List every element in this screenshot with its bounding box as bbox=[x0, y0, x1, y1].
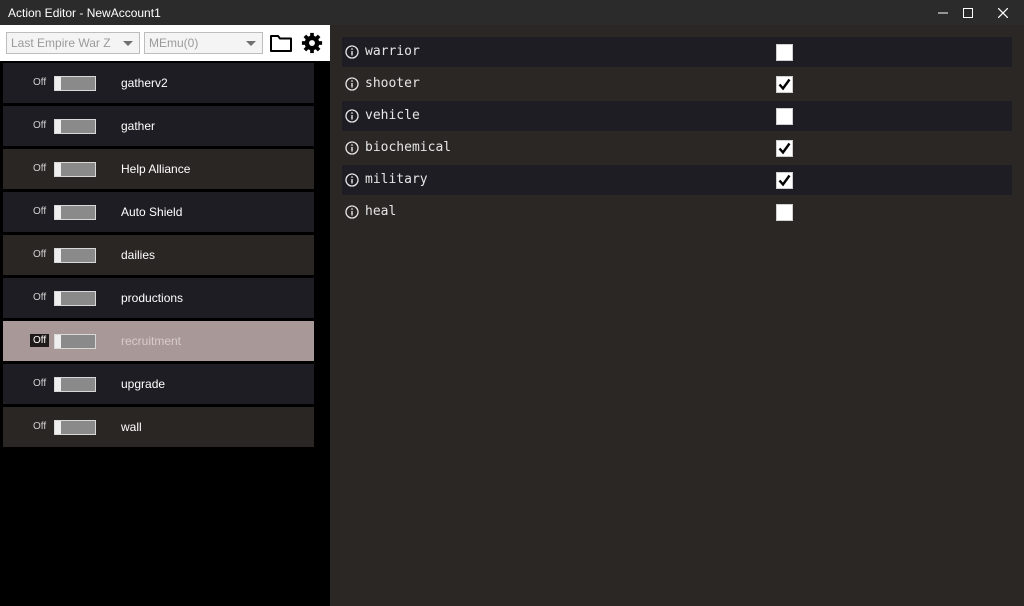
action-row-help-alliance[interactable]: Off Help Alliance bbox=[3, 149, 314, 189]
close-button[interactable] bbox=[980, 0, 1024, 25]
toggle-state-label: Off bbox=[33, 77, 47, 88]
emulator-select-value: MEmu(0) bbox=[149, 36, 199, 50]
action-label: wall bbox=[121, 420, 142, 434]
enable-toggle[interactable] bbox=[54, 334, 96, 349]
checkmark-icon bbox=[778, 78, 791, 91]
title-bar: Action Editor - NewAccount1 bbox=[0, 0, 1024, 25]
action-label: Help Alliance bbox=[121, 162, 191, 176]
settings-button[interactable] bbox=[300, 32, 324, 54]
property-label: shooter bbox=[365, 76, 420, 91]
property-row-biochemical: biochemical bbox=[342, 133, 1012, 163]
info-icon[interactable] bbox=[345, 173, 359, 187]
info-icon[interactable] bbox=[345, 141, 359, 155]
property-checkbox[interactable] bbox=[776, 172, 793, 189]
game-select[interactable]: Last Empire War Z bbox=[6, 32, 140, 54]
action-row-wall[interactable]: Off wall bbox=[3, 407, 314, 447]
toggle-knob bbox=[55, 249, 61, 262]
toggle-state-label: Off bbox=[33, 163, 47, 174]
action-label: Auto Shield bbox=[121, 205, 183, 219]
property-label: heal bbox=[365, 204, 397, 219]
property-label: warrior bbox=[365, 44, 420, 59]
enable-toggle[interactable] bbox=[54, 291, 96, 306]
enable-toggle[interactable] bbox=[54, 162, 96, 177]
action-list: Off gatherv2 Off gather Off Help Allianc… bbox=[3, 63, 314, 450]
property-row-heal: heal bbox=[342, 197, 1012, 227]
action-row-gatherv2[interactable]: Off gatherv2 bbox=[3, 63, 314, 103]
action-label: upgrade bbox=[121, 377, 166, 391]
action-label: gatherv2 bbox=[121, 76, 168, 90]
window-title: Action Editor - NewAccount1 bbox=[8, 6, 161, 20]
toggle-state-label: Off bbox=[33, 120, 47, 131]
action-row-recruitment[interactable]: Off recruitment bbox=[3, 321, 314, 361]
enable-toggle[interactable] bbox=[54, 248, 96, 263]
info-icon[interactable] bbox=[345, 77, 359, 91]
chevron-down-icon bbox=[246, 41, 256, 46]
toggle-knob bbox=[55, 421, 61, 434]
properties-pane: warrior shooter vehicle biochemical mili… bbox=[330, 25, 1024, 606]
toggle-state-label: Off bbox=[30, 334, 50, 347]
toolbar: Last Empire War Z MEmu(0) bbox=[0, 25, 330, 61]
checkmark-icon bbox=[778, 142, 791, 155]
info-icon[interactable] bbox=[345, 45, 359, 59]
property-checkbox[interactable] bbox=[776, 44, 793, 61]
emulator-select[interactable]: MEmu(0) bbox=[144, 32, 263, 54]
open-folder-button[interactable] bbox=[269, 32, 293, 54]
gear-icon bbox=[301, 32, 323, 54]
property-checkbox[interactable] bbox=[776, 204, 793, 221]
property-checkbox[interactable] bbox=[776, 76, 793, 93]
toggle-state-label: Off bbox=[33, 206, 47, 217]
toggle-knob bbox=[55, 206, 61, 219]
action-label: productions bbox=[121, 291, 184, 305]
property-checkbox[interactable] bbox=[776, 140, 793, 157]
enable-toggle[interactable] bbox=[54, 76, 96, 91]
enable-toggle[interactable] bbox=[54, 205, 96, 220]
property-checkbox[interactable] bbox=[776, 108, 793, 125]
folder-icon bbox=[270, 35, 292, 52]
action-row-gather[interactable]: Off gather bbox=[3, 106, 314, 146]
property-row-shooter: shooter bbox=[342, 69, 1012, 99]
action-row-auto-shield[interactable]: Off Auto Shield bbox=[3, 192, 314, 232]
toggle-knob bbox=[55, 292, 61, 305]
property-label: military bbox=[365, 172, 428, 187]
toggle-state-label: Off bbox=[33, 292, 47, 303]
action-row-dailies[interactable]: Off dailies bbox=[3, 235, 314, 275]
property-label: biochemical bbox=[365, 140, 452, 155]
action-row-upgrade[interactable]: Off upgrade bbox=[3, 364, 314, 404]
toggle-state-label: Off bbox=[33, 378, 47, 389]
enable-toggle[interactable] bbox=[54, 119, 96, 134]
property-row-vehicle: vehicle bbox=[342, 101, 1012, 131]
action-label: gather bbox=[121, 119, 156, 133]
close-icon bbox=[998, 7, 1008, 18]
property-row-warrior: warrior bbox=[342, 37, 1012, 67]
property-label: vehicle bbox=[365, 108, 420, 123]
action-row-productions[interactable]: Off productions bbox=[3, 278, 314, 318]
action-list-pane: Last Empire War Z MEmu(0) Off gatherv2 O… bbox=[0, 25, 330, 606]
checkmark-icon bbox=[778, 174, 791, 187]
info-icon[interactable] bbox=[345, 205, 359, 219]
toggle-knob bbox=[55, 77, 61, 90]
action-label: dailies bbox=[121, 248, 156, 262]
toggle-state-label: Off bbox=[33, 249, 47, 260]
property-row-military: military bbox=[342, 165, 1012, 195]
maximize-icon bbox=[963, 7, 973, 18]
toggle-knob bbox=[55, 378, 61, 391]
game-select-value: Last Empire War Z bbox=[11, 36, 111, 50]
enable-toggle[interactable] bbox=[54, 420, 96, 435]
toggle-knob bbox=[55, 120, 61, 133]
enable-toggle[interactable] bbox=[54, 377, 96, 392]
action-label: recruitment bbox=[121, 334, 182, 348]
toggle-knob bbox=[55, 163, 61, 176]
toggle-state-label: Off bbox=[33, 421, 47, 432]
toggle-knob bbox=[55, 335, 61, 348]
chevron-down-icon bbox=[123, 41, 133, 46]
info-icon[interactable] bbox=[345, 109, 359, 123]
